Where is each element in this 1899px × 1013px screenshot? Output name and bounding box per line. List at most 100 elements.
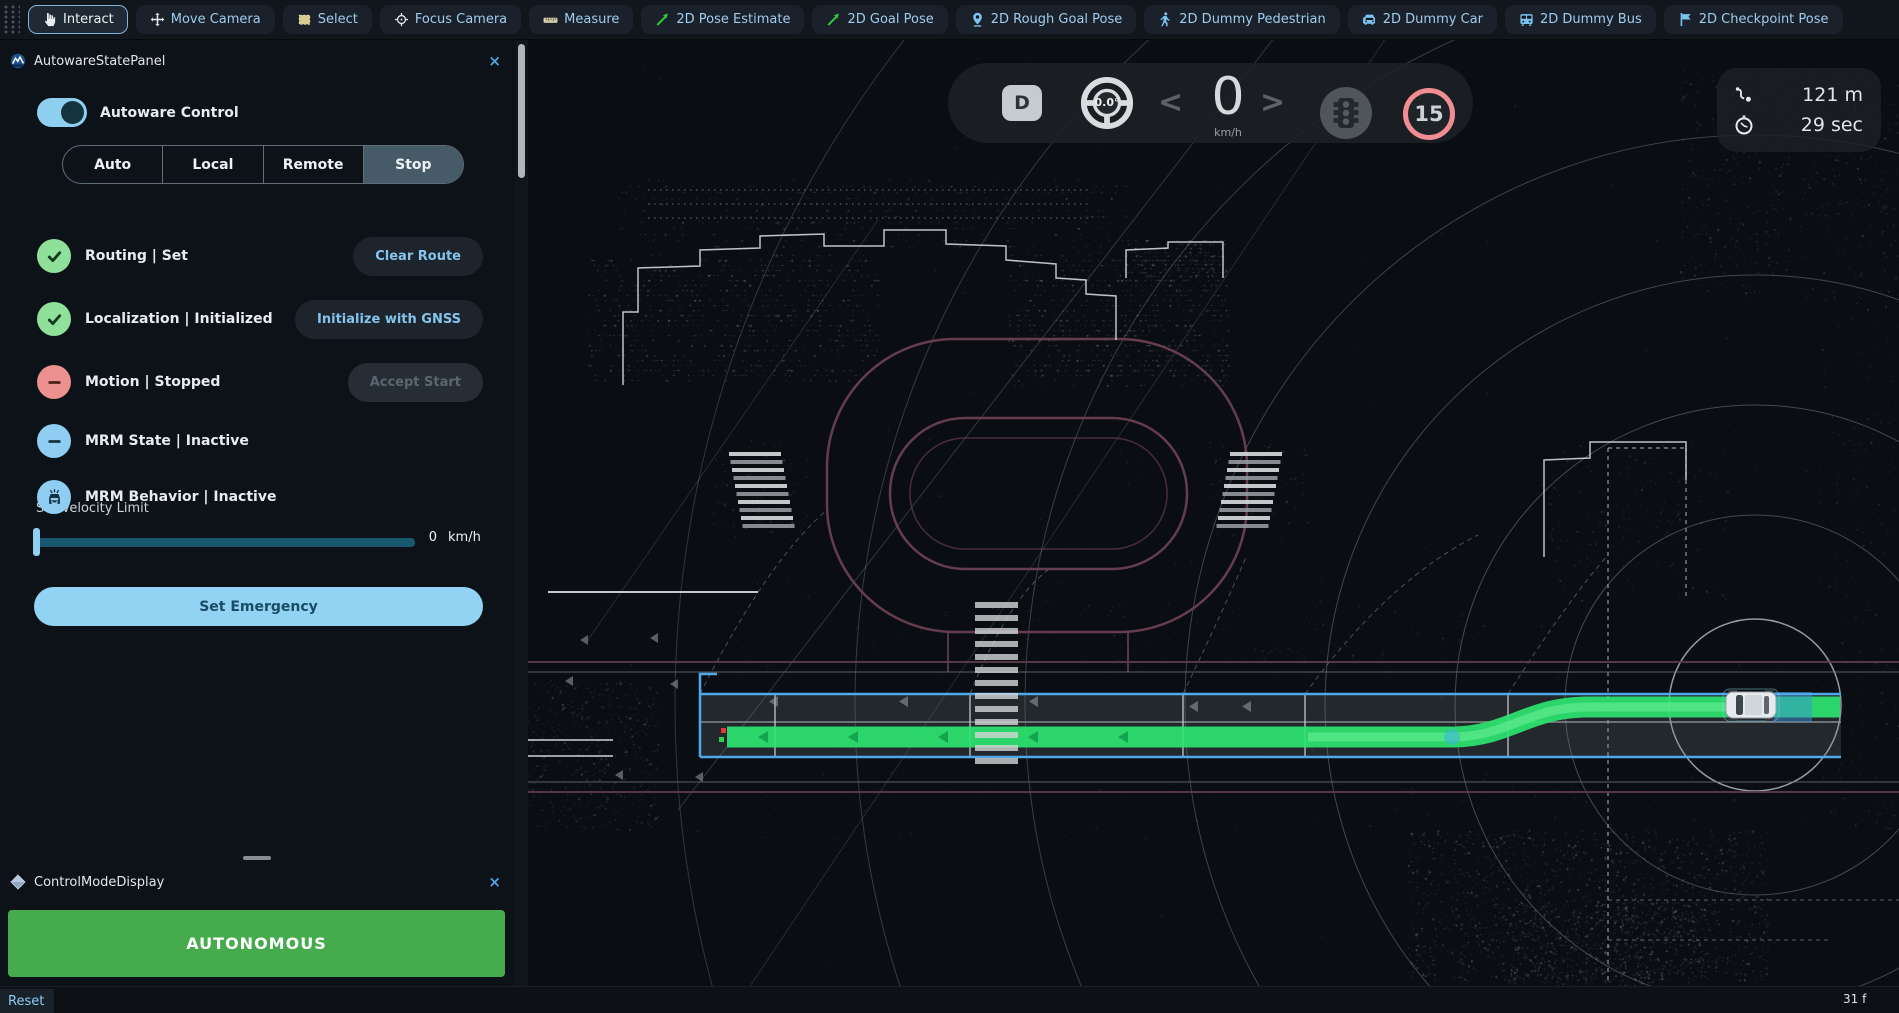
pedestrian-icon [1158,12,1173,27]
tool-button-2d-checkpoint-pose[interactable]: 2D Checkpoint Pose [1664,5,1843,34]
gear-indicator: D [1002,85,1042,121]
steering-angle-value: 0.0° [1080,96,1134,109]
status-label: Localization | Initialized [85,311,273,327]
status-row: MRM State | Inactive [37,421,483,461]
route-remaining-panel: 121 m 29 sec [1717,68,1881,152]
tool-button-2d-dummy-car[interactable]: 2D Dummy Car [1348,5,1497,34]
control-mode-panel-header: ControlModeDisplay × [0,869,515,895]
status-row: MRM Behavior | Inactive [37,477,483,517]
autoware-control-row: Autoware Control [37,98,239,127]
traffic-light-icon [1320,87,1372,139]
tool-button-label: 2D Rough Goal Pose [991,12,1123,27]
panel-splitter-handle[interactable] [243,856,271,860]
operation-mode-segmented-control: AutoLocalRemoteStop [62,145,464,184]
tool-button-interact[interactable]: Interact [28,5,128,34]
tool-button-2d-dummy-bus[interactable]: 2D Dummy Bus [1505,5,1656,34]
status-stopped-icon [37,365,71,399]
autoware-state-panel-header: AutowareStatePanel × [0,48,515,74]
tool-button-2d-rough-goal-pose[interactable]: 2D Rough Goal Pose [956,5,1137,34]
tool-button-label: Select [318,12,358,27]
fps-counter: 31 f [1843,992,1866,1006]
tool-button-label: 2D Checkpoint Pose [1699,12,1829,27]
speed-limit-badge: 15 [1403,88,1455,140]
panel-title: ControlModeDisplay [34,875,164,890]
signal-green-marker [719,737,724,742]
stairs-right [1217,452,1283,528]
signal-red-marker [721,728,726,733]
status-label: Motion | Stopped [85,374,220,390]
status-inactive-car-icon [37,480,71,514]
green-arrow-icon [655,12,670,27]
tool-button-move-camera[interactable]: Move Camera [136,5,275,34]
flag-icon [1678,12,1693,27]
chevron-left-icon: < [1158,85,1183,120]
green-arrow-icon [826,12,841,27]
tool-button-label: Interact [63,12,114,27]
clear-route-button[interactable]: Clear Route [353,237,483,276]
side-panel: AutowareStatePanel × Autoware Control Au… [0,40,515,986]
tool-button-label: Focus Camera [415,12,507,27]
initialize-with-gnss-button[interactable]: Initialize with GNSS [295,300,483,339]
tool-button-label: 2D Goal Pose [847,12,933,27]
autoware-control-toggle[interactable] [37,98,87,127]
status-label: Routing | Set [85,248,188,264]
tool-button-2d-dummy-pedestrian[interactable]: 2D Dummy Pedestrian [1144,5,1339,34]
status-inactive-icon [37,424,71,458]
status-ok-icon [37,239,71,273]
tool-button-measure[interactable]: Measure [529,5,633,34]
status-ok-icon [37,302,71,336]
ruler-icon [543,12,558,27]
autoware-control-label: Autoware Control [100,105,239,121]
slider-track[interactable] [36,538,415,547]
tool-button-label: 2D Dummy Bus [1540,12,1642,27]
focus-crosshair-icon [394,12,409,27]
stairs-left [729,452,795,528]
remaining-time: 29 sec [1755,114,1863,136]
control-mode-indicator[interactable]: AUTONOMOUS [8,910,505,977]
status-label: MRM State | Inactive [85,433,249,449]
tool-button-label: Move Camera [171,12,261,27]
tool-button-label: Measure [564,12,619,27]
tool-button-label: 2D Dummy Car [1383,12,1483,27]
route-icon [1733,84,1755,106]
velocity-limit-unit: km/h [448,530,481,545]
tool-button-2d-goal-pose[interactable]: 2D Goal Pose [812,5,947,34]
slider-handle[interactable] [33,528,40,556]
status-label: MRM Behavior | Inactive [85,489,276,505]
reset-button[interactable]: Reset [0,989,54,1013]
scrollbar-thumb[interactable] [518,44,525,178]
velocity-limit-slider[interactable] [33,526,433,558]
timer-icon [1733,114,1755,136]
speed-value: 0 [1193,67,1263,127]
3d-map-view[interactable]: D 0.0° < 0 km/h > 15 [528,40,1899,986]
select-box-icon [297,12,312,27]
mode-segment-local[interactable]: Local [162,146,262,183]
ego-vehicle [1723,689,1779,721]
panel-scrollbar[interactable] [515,40,528,986]
rviz-window: Interact Move Camera Select Focus Camera Mea… [0,0,1899,1013]
bus-icon [1519,12,1534,27]
speed-unit-label: km/h [1193,126,1263,139]
tool-button-focus-camera[interactable]: Focus Camera [380,5,521,34]
vehicle-hud-cluster: D 0.0° < 0 km/h > 15 [948,63,1473,143]
car-icon [1362,12,1377,27]
plugin-diamond-icon [10,874,26,890]
mode-segment-remote[interactable]: Remote [263,146,363,183]
toolbar: Interact Move Camera Select Focus Camera Mea… [0,0,1899,40]
velocity-limit-value: 0 [413,530,437,545]
panel-title: AutowareStatePanel [34,54,165,69]
close-icon[interactable]: × [488,48,501,74]
toolbar-grip-handle[interactable] [4,5,20,35]
chevron-right-icon: > [1260,85,1285,120]
map-pin-icon [970,12,985,27]
set-emergency-button[interactable]: Set Emergency [34,587,483,626]
close-icon[interactable]: × [488,869,501,895]
tool-button-label: 2D Pose Estimate [676,12,790,27]
tool-button-select[interactable]: Select [283,5,372,34]
status-row: Routing | Set Clear Route [37,236,483,276]
status-row: Localization | Initialized Initialize wit… [37,299,483,339]
mode-segment-stop[interactable]: Stop [363,146,463,183]
tool-button-2d-pose-estimate[interactable]: 2D Pose Estimate [641,5,804,34]
accept-start-button[interactable]: Accept Start [348,363,483,402]
mode-segment-auto[interactable]: Auto [63,146,162,183]
